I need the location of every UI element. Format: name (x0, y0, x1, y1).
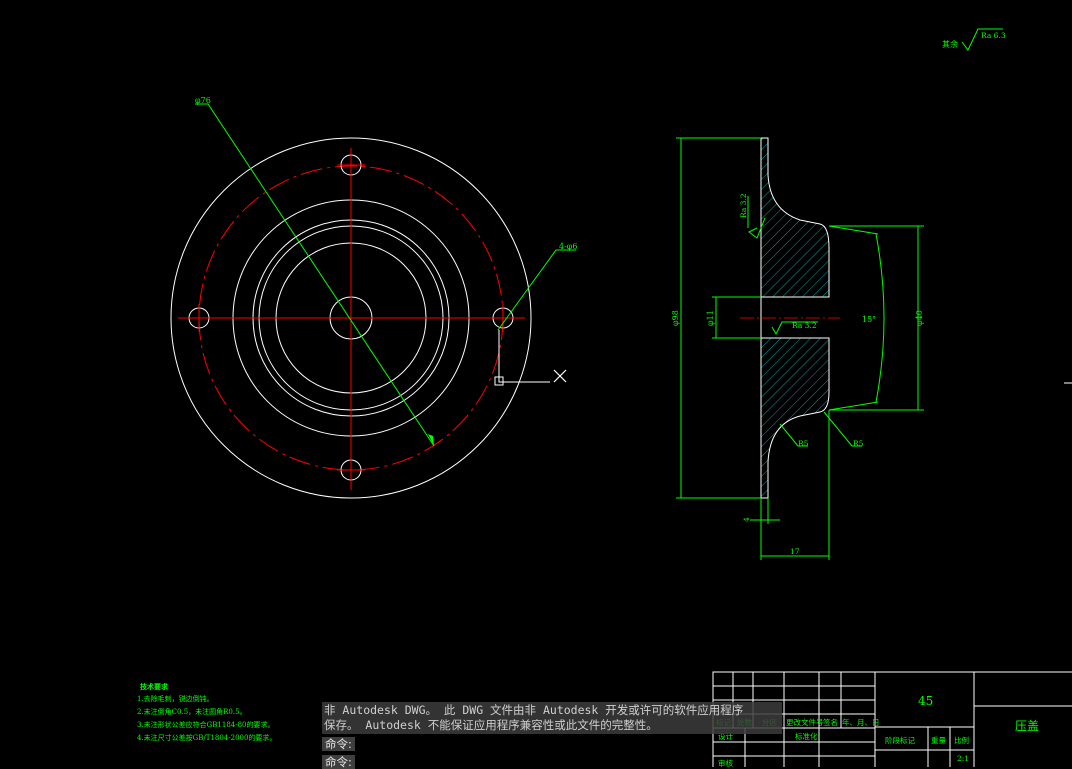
tb-weight: 重量 (931, 736, 946, 745)
tech-item-4: 4.未注尺寸公差按GB/T1804-2000的要求。 (137, 734, 277, 742)
angle-ext-bottom (828, 401, 879, 411)
section-hatch-top[interactable] (760, 137, 830, 298)
roughness-bore-label: Ra 3.2 (792, 321, 817, 330)
dim98-label: φ98 (671, 310, 680, 326)
warning-line-1: 非 Autodesk DWG。 此 DWG 文件由非 Autodesk 开发或许… (324, 703, 744, 717)
tb-material: 45 (918, 694, 934, 708)
tb-part-name: 压盖 (1015, 719, 1040, 733)
cursor-x-icon (553, 369, 567, 383)
dim40-label: φ40 (915, 310, 924, 326)
tb-row-sign: 签名 (823, 718, 838, 727)
thk-label: 4 (742, 517, 751, 522)
tb-scale-value: 2:1 (957, 754, 970, 763)
tech-requirements: 技术要求 1.去除毛刺，锐边倒钝。 2.未注倒角C0.5，未注圆角R0.5。 3… (137, 680, 276, 745)
fillet2-label: R5 (853, 439, 864, 448)
bolt-circle-dim-arrow (428, 434, 434, 446)
tech-item-2: 2.未注倒角C0.5，未注圆角R0.5。 (137, 708, 247, 716)
warning-line-2: 保存。 Autodesk 不能保证应用程序兼容性或此文件的完整性。 (324, 718, 658, 732)
dim11-label: φ11 (706, 310, 715, 326)
section-view[interactable]: φ98 φ11 φ40 15° Ra 3.2 Ra 3.2 R5 R5 4 17 (671, 137, 924, 560)
tb-review: 审核 (718, 759, 733, 768)
front-view[interactable]: φ76 4-φ6 (170, 96, 577, 499)
len-label: 17 (790, 547, 800, 556)
tb-stage-mark: 阶段标记 (885, 736, 915, 745)
global-roughness-prefix: 其余 (942, 39, 958, 49)
tech-item-3: 3.未注形状公差应符合GB1184-80的要求。 (137, 721, 275, 729)
drawing-canvas[interactable]: φ76 4-φ6 φ98 φ11 φ40 15° Ra 3.2 Ra 3.2 R… (0, 0, 1072, 767)
bolt-circle-dim-leader[interactable] (195, 103, 435, 447)
command-prompt-1[interactable]: 命令: (322, 737, 355, 751)
tb-row-date: 年、月、日 (842, 718, 880, 727)
tech-item-1: 1.去除毛刺，锐边倒钝。 (137, 695, 214, 703)
bolt-circle-dim-label: φ76 (195, 96, 211, 105)
tb-scale-label: 比例 (954, 736, 969, 745)
roughness-face-label: Ra 3.2 (739, 193, 748, 218)
fillet1-label: R5 (798, 439, 809, 448)
angle-label: 15° (862, 315, 876, 324)
tb-row-change: 更改文件号 (786, 718, 824, 727)
tb-standardize: 标准化 (795, 732, 818, 741)
dim-extension-line (498, 330, 550, 383)
angle-arc[interactable] (875, 233, 885, 403)
section-hatch-bottom[interactable] (760, 337, 830, 499)
global-roughness-value: Ra 6.3 (981, 31, 1006, 40)
holes-dim-label: 4-φ6 (559, 242, 577, 251)
tech-title: 技术要求 (140, 682, 168, 691)
command-history[interactable]: 非 Autodesk DWG。 此 DWG 文件由非 Autodesk 开发或许… (322, 702, 782, 734)
angle-ext-top (828, 225, 879, 235)
